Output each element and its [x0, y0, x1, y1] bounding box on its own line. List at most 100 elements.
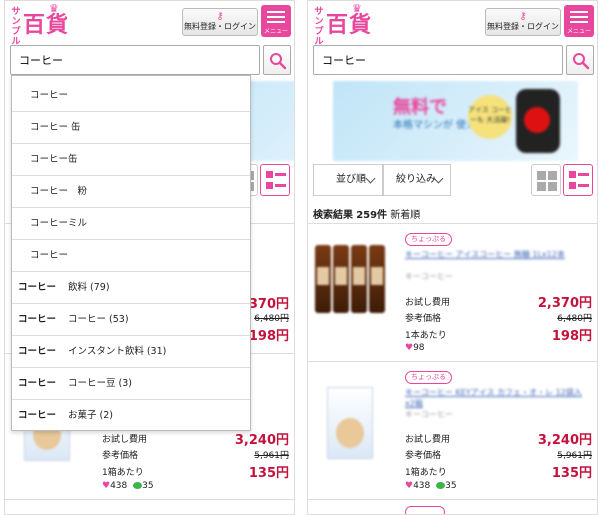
chopple-badge-partial: [405, 506, 445, 514]
reference-price: 5,961円: [557, 451, 592, 461]
reference-price: 6,480円: [254, 314, 289, 324]
search-icon: [573, 53, 590, 70]
logo[interactable]: サンプル ♛ 百貨店: [312, 2, 392, 70]
chopple-badge: ちょっぷる: [405, 233, 452, 246]
banner-badge: アイス コーヒーも 大活躍!: [468, 95, 512, 139]
result-count: 検索結果 259件 新着順: [313, 206, 420, 221]
unit-label: 1箱あたり: [102, 468, 144, 478]
product-maker: キーコーヒー: [405, 272, 453, 281]
left-screen: サンプル ♛ 百貨店 ⚷ 無料登録・ログイン メニュー: [4, 0, 295, 515]
comment-icon: [133, 482, 143, 489]
chopple-badge: ちょっぷる: [405, 371, 452, 384]
suggestion-item[interactable]: コーヒー 粉: [12, 176, 250, 208]
comment-count: 35: [445, 481, 457, 491]
hamburger-icon: [570, 11, 588, 23]
suggestion-item[interactable]: コーヒー コーヒー豆 (3): [12, 368, 250, 400]
suggestion-dropdown: コーヒー コーヒー 缶 コーヒー缶 コーヒー 粉 コーヒーミル コーヒー コーヒ…: [11, 75, 251, 431]
menu-button[interactable]: メニュー: [261, 5, 291, 37]
result-number: 259件: [356, 210, 388, 221]
item-stats: ♥438 35: [102, 481, 154, 491]
logo[interactable]: サンプル ♛ 百貨店: [9, 2, 89, 70]
header: サンプル ♛ 百貨店 ⚷ 無料登録・ログイン メニュー: [308, 1, 597, 70]
unit-label: 1本あたり: [405, 331, 447, 341]
logo-small-text: サンプル: [314, 7, 324, 47]
divider: [308, 499, 597, 500]
trial-price: 370円: [248, 297, 289, 312]
suggestion-item[interactable]: コーヒー お菓子 (2): [12, 400, 250, 432]
unit-price: 135円: [248, 466, 289, 481]
product-maker: キーコーヒー: [405, 410, 453, 419]
sort-label: 並び順: [336, 174, 366, 185]
like-count: 438: [413, 481, 431, 491]
product-image: [313, 231, 388, 321]
grid-view-button[interactable]: [531, 164, 561, 196]
filter-button[interactable]: 絞り込み: [383, 164, 451, 196]
search-input[interactable]: [11, 46, 259, 74]
item-stats: ♥438 35: [405, 481, 457, 491]
right-screen: サンプル ♛ 百貨店 ⚷ 無料登録・ログイン メニュー 無料で 本格マシンが 使…: [307, 0, 598, 515]
toolbar: 並び順 絞り込み: [313, 164, 595, 198]
menu-button[interactable]: メニュー: [564, 5, 594, 37]
key-icon: ⚷: [519, 11, 527, 22]
search-icon: [270, 53, 287, 70]
login-label: 無料登録・ログイン: [184, 22, 256, 31]
logo-small-text: サンプル: [11, 7, 21, 47]
key-icon: ⚷: [216, 11, 224, 22]
divider: [308, 361, 597, 362]
suggestion-item[interactable]: コーヒー: [12, 240, 250, 272]
suggestion-item[interactable]: コーヒーミル: [12, 208, 250, 240]
header: サンプル ♛ 百貨店 ⚷ 無料登録・ログイン メニュー: [5, 1, 294, 70]
suggestion-item[interactable]: コーヒー 缶: [12, 112, 250, 144]
product-title[interactable]: キーコーヒー アイスコーヒー 無糖 1Lx12本: [405, 249, 585, 260]
suggestion-item[interactable]: コーヒー 飲料 (79): [12, 272, 250, 304]
trial-price: 3,240円: [537, 433, 592, 448]
trial-label: お試し費用: [102, 435, 148, 445]
divider: [5, 499, 294, 500]
reference-price: 6,480円: [557, 314, 592, 324]
trial-price: 2,370円: [537, 296, 592, 311]
suggestion-item[interactable]: コーヒー コーヒー (53): [12, 304, 250, 336]
result-order: 新着順: [390, 210, 421, 221]
comment-icon: [436, 482, 446, 489]
suggestion-item[interactable]: コーヒー インスタント飲料 (31): [12, 336, 250, 368]
suggestion-item[interactable]: コーヒー缶: [12, 144, 250, 176]
unit-price: 198円: [248, 329, 289, 344]
search-box: [313, 45, 563, 75]
result-label: 検索結果: [313, 210, 353, 221]
product-title[interactable]: キーコーヒー KEYアイス カフェ・オ・レ 12袋入x2箱: [405, 387, 585, 409]
search-button[interactable]: [263, 45, 291, 75]
like-count: 98: [413, 343, 425, 353]
trial-label: お試し費用: [405, 298, 451, 308]
list-view-button[interactable]: [260, 164, 290, 196]
unit-label: 1箱あたり: [405, 468, 447, 478]
ad-banner[interactable]: 無料で 本格マシンが 使えます! アイス コーヒーも 大活躍!: [333, 81, 578, 161]
banner-headline: 無料で: [393, 97, 447, 118]
reference-price: 5,961円: [254, 451, 289, 461]
search-input[interactable]: [314, 46, 562, 74]
login-button[interactable]: ⚷ 無料登録・ログイン: [182, 8, 258, 36]
product-image: [313, 375, 388, 465]
chevron-down-icon: [365, 173, 376, 184]
comment-count: 35: [142, 481, 154, 491]
list-view-button[interactable]: [563, 164, 593, 196]
item-stats: ♥98: [405, 343, 425, 353]
trial-label: お試し費用: [405, 435, 451, 445]
unit-price: 198円: [551, 329, 592, 344]
reference-label: 参考価格: [102, 451, 139, 461]
search-button[interactable]: [566, 45, 594, 75]
search-box: [10, 45, 260, 75]
login-label: 無料登録・ログイン: [487, 22, 559, 31]
heart-icon: ♥: [102, 481, 111, 491]
suggestion-item[interactable]: コーヒー: [12, 80, 250, 112]
sort-button[interactable]: 並び順: [313, 164, 383, 196]
reference-label: 参考価格: [405, 451, 442, 461]
unit-price: 135円: [551, 466, 592, 481]
filter-label: 絞り込み: [396, 174, 436, 185]
menu-label: メニュー: [566, 28, 591, 35]
menu-label: メニュー: [263, 28, 288, 35]
divider: [308, 223, 597, 224]
reference-label: 参考価格: [405, 314, 442, 324]
login-button[interactable]: ⚷ 無料登録・ログイン: [485, 8, 561, 36]
coffee-machine-image: [516, 89, 560, 153]
heart-icon: ♥: [405, 343, 414, 353]
